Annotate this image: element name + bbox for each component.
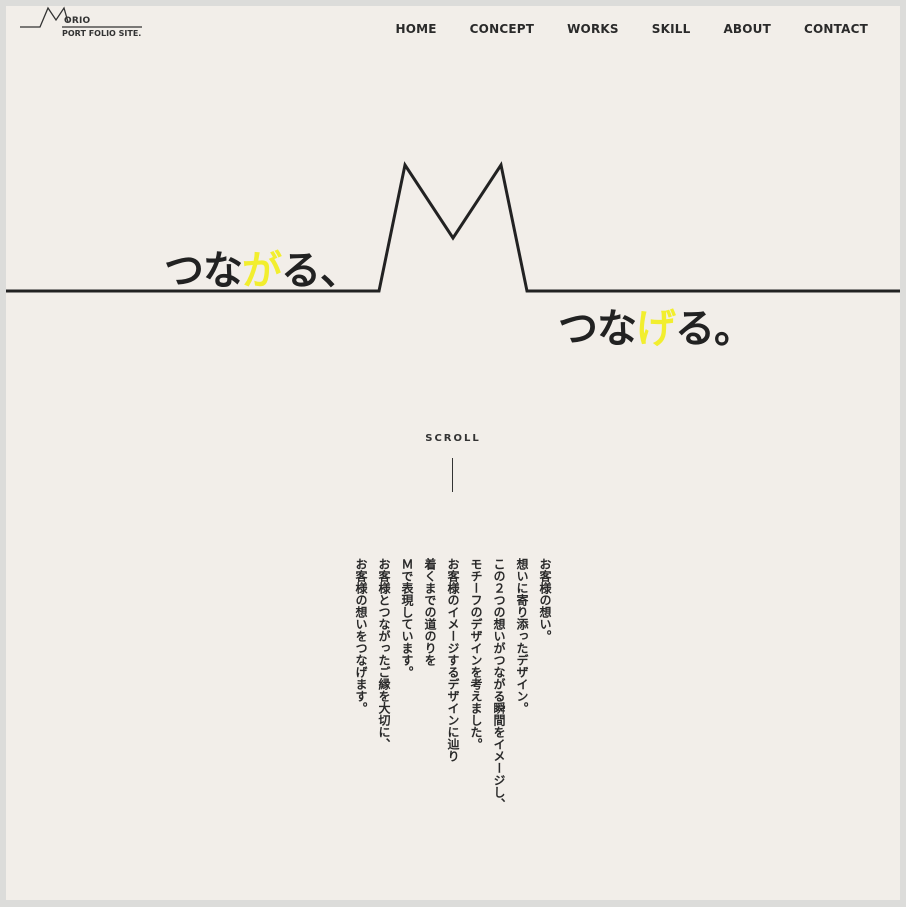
concept-line: Ｍで表現しています。: [400, 558, 414, 678]
nav-works[interactable]: WORKS: [567, 22, 619, 36]
concept-line: お客様の想いをつなげます。: [354, 558, 368, 714]
scroll-indicator-line: [452, 458, 453, 492]
concept-line: お客様の想い。: [538, 558, 552, 642]
tagline-2-after: る。: [675, 306, 754, 352]
concept-line: モチーフのデザインを考えました。: [469, 558, 483, 750]
tagline-1-before: つな: [164, 248, 243, 294]
concept-text: お客様の想い。 想いに寄り添ったデザイン。 この２つの想いがつながる瞬間をイメー…: [349, 558, 556, 818]
tagline-1-highlight: が: [242, 248, 282, 294]
page: ORIO PORT FOLIO SITE. HOME CONCEPT WORKS…: [6, 6, 900, 900]
main-nav: HOME CONCEPT WORKS SKILL ABOUT CONTACT: [395, 22, 868, 36]
concept-line: お客様のイメージするデザインに辿り: [446, 558, 460, 762]
hero-m-line: [6, 161, 900, 293]
logo-text-bottom: PORT FOLIO SITE.: [62, 29, 142, 38]
nav-skill[interactable]: SKILL: [652, 22, 691, 36]
concept-line: この２つの想いがつながる瞬間をイメージし、: [492, 558, 506, 810]
nav-contact[interactable]: CONTACT: [804, 22, 868, 36]
scroll-label[interactable]: SCROLL: [6, 433, 900, 444]
nav-home[interactable]: HOME: [395, 22, 436, 36]
concept-line: 着くまでの道のりを: [423, 558, 437, 666]
tagline-2-highlight: げ: [636, 306, 676, 352]
concept-line: お客様とつながったご縁を大切に、: [377, 558, 391, 750]
nav-about[interactable]: ABOUT: [723, 22, 771, 36]
site-logo[interactable]: ORIO PORT FOLIO SITE.: [20, 6, 146, 42]
logo-text-top: ORIO: [64, 16, 91, 26]
hero-tagline-1: つながる、: [164, 238, 360, 296]
hero-tagline-2: つなげる。: [558, 296, 754, 354]
concept-line: 想いに寄り添ったデザイン。: [515, 558, 529, 714]
tagline-2-before: つな: [558, 306, 637, 352]
nav-concept[interactable]: CONCEPT: [470, 22, 534, 36]
tagline-1-after: る、: [281, 248, 360, 294]
